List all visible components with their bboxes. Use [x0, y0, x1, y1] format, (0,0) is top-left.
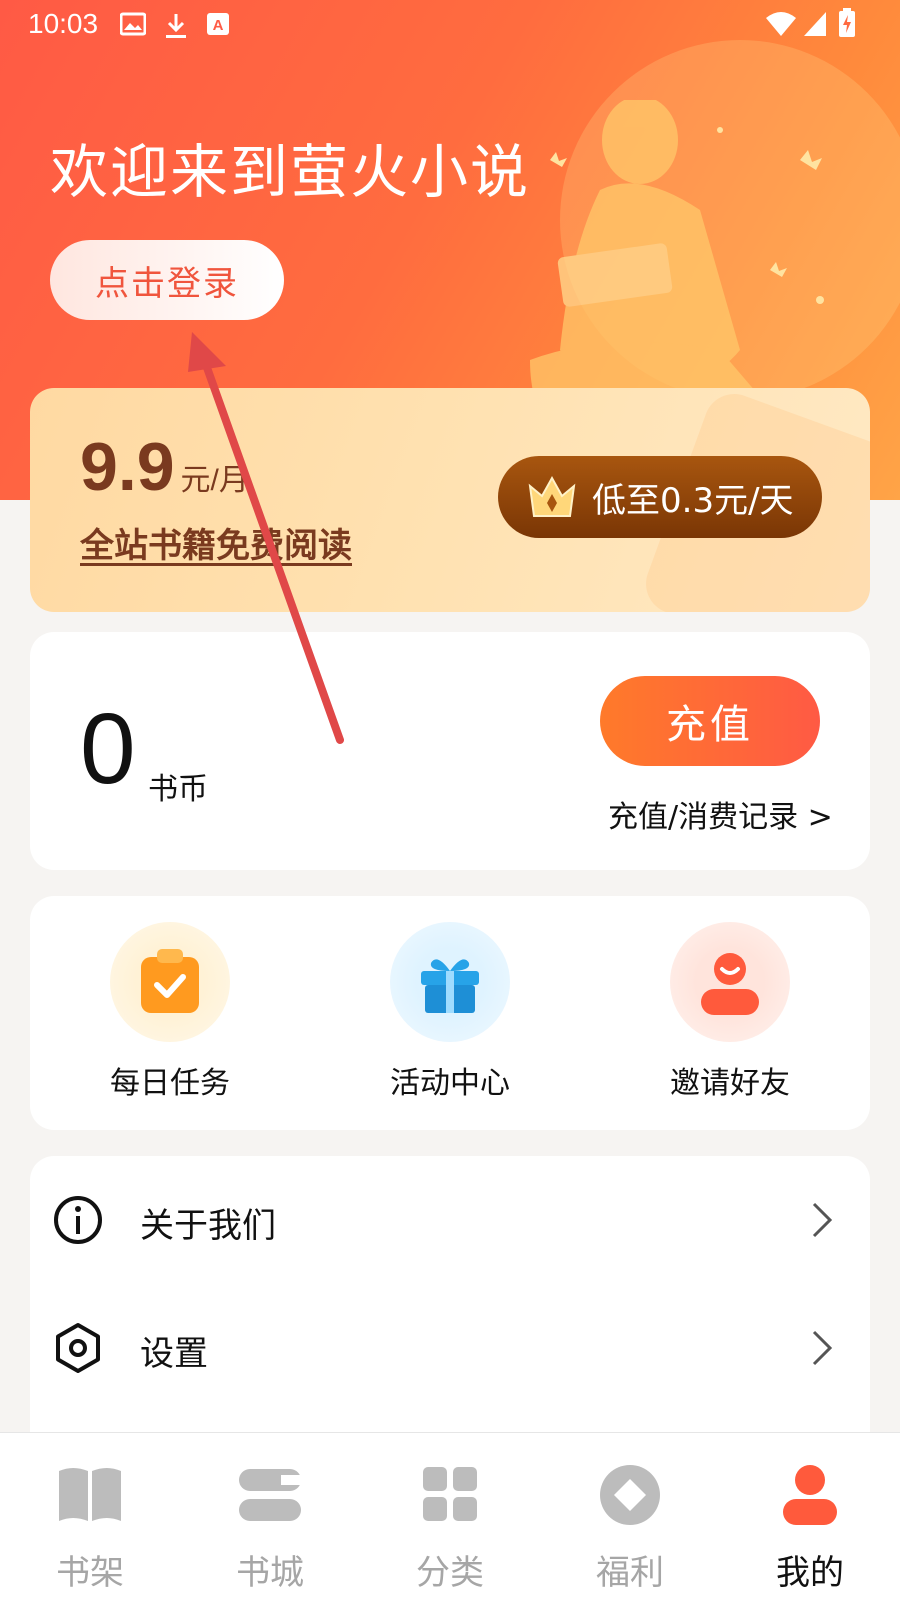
category-grid-icon	[423, 1467, 477, 1521]
gift-icon	[390, 922, 510, 1042]
tab-category[interactable]: 分类	[360, 1433, 540, 1601]
image-icon	[120, 12, 146, 36]
wifi-icon	[766, 12, 796, 36]
quick-action-daily-task[interactable]: 每日任务	[30, 896, 310, 1130]
settings-menu-card: 关于我们 设置	[30, 1156, 870, 1436]
coin-balance: 0	[80, 693, 136, 805]
login-button[interactable]: 点击登录	[50, 240, 284, 320]
vip-membership-card[interactable]: 9.9 元/月 全站书籍免费阅读 低至0.3元/天	[30, 388, 870, 612]
tab-label: 福利	[596, 1553, 664, 1593]
recharge-button[interactable]: 充值	[600, 676, 820, 766]
menu-item-about-us[interactable]: 关于我们	[30, 1156, 870, 1276]
tab-bookstore[interactable]: 书城	[180, 1433, 360, 1601]
info-icon	[54, 1196, 102, 1244]
tab-profile[interactable]: 我的	[720, 1433, 900, 1601]
chevron-right-icon	[812, 1330, 833, 1366]
tab-label: 书城	[236, 1553, 304, 1593]
tab-label: 分类	[416, 1553, 484, 1593]
vip-description[interactable]: 全站书籍免费阅读	[80, 518, 352, 567]
keyboard-a-icon: A	[207, 13, 229, 35]
signal-icon	[804, 12, 826, 36]
vip-button-label: 低至0.3元/天	[592, 480, 794, 521]
vip-subscribe-button[interactable]: 低至0.3元/天	[498, 456, 822, 538]
task-clipboard-icon	[110, 922, 230, 1042]
vip-price-unit: 元/月	[180, 464, 249, 497]
svg-text:A: A	[213, 17, 224, 34]
settings-hexagon-icon	[56, 1323, 100, 1373]
quick-actions-card: 每日任务 活动中心 邀请好友	[30, 896, 870, 1130]
coin-currency-label: 书币	[148, 772, 208, 807]
bookstore-icon	[239, 1469, 301, 1521]
quick-action-label: 活动中心	[390, 1066, 510, 1101]
crown-icon	[528, 475, 576, 517]
quick-action-label: 每日任务	[110, 1066, 230, 1101]
bookshelf-icon	[59, 1468, 121, 1521]
welcome-title: 欢迎来到萤火小说	[50, 138, 531, 206]
welfare-diamond-icon	[600, 1465, 660, 1525]
coin-balance-card: 0 书币 充值 充值/消费记录 >	[30, 632, 870, 870]
chevron-right-icon	[812, 1202, 833, 1238]
download-icon	[166, 14, 186, 38]
quick-action-invite-friends[interactable]: 邀请好友	[590, 896, 870, 1130]
quick-action-activity-center[interactable]: 活动中心	[310, 896, 590, 1130]
menu-item-label: 设置	[140, 1334, 208, 1374]
menu-item-label: 关于我们	[140, 1206, 276, 1246]
vip-price: 9.9 元/月	[80, 428, 249, 506]
vip-price-value: 9.9	[80, 429, 175, 505]
tab-label: 书架	[56, 1553, 124, 1593]
tab-label: 我的	[776, 1553, 844, 1593]
tab-bookshelf[interactable]: 书架	[0, 1433, 180, 1601]
menu-item-settings[interactable]: 设置	[30, 1284, 870, 1404]
status-time: 10:03	[28, 8, 99, 39]
bottom-tab-bar: 书架 书城 分类 福利 我的	[0, 1432, 900, 1601]
recharge-record-link[interactable]: 充值/消费记录 >	[608, 792, 833, 836]
quick-action-label: 邀请好友	[670, 1066, 790, 1101]
tab-welfare[interactable]: 福利	[540, 1433, 720, 1601]
battery-icon	[839, 8, 855, 37]
profile-icon	[783, 1465, 837, 1525]
status-bar: 10:03 A	[0, 0, 900, 50]
invite-user-icon	[670, 922, 790, 1042]
